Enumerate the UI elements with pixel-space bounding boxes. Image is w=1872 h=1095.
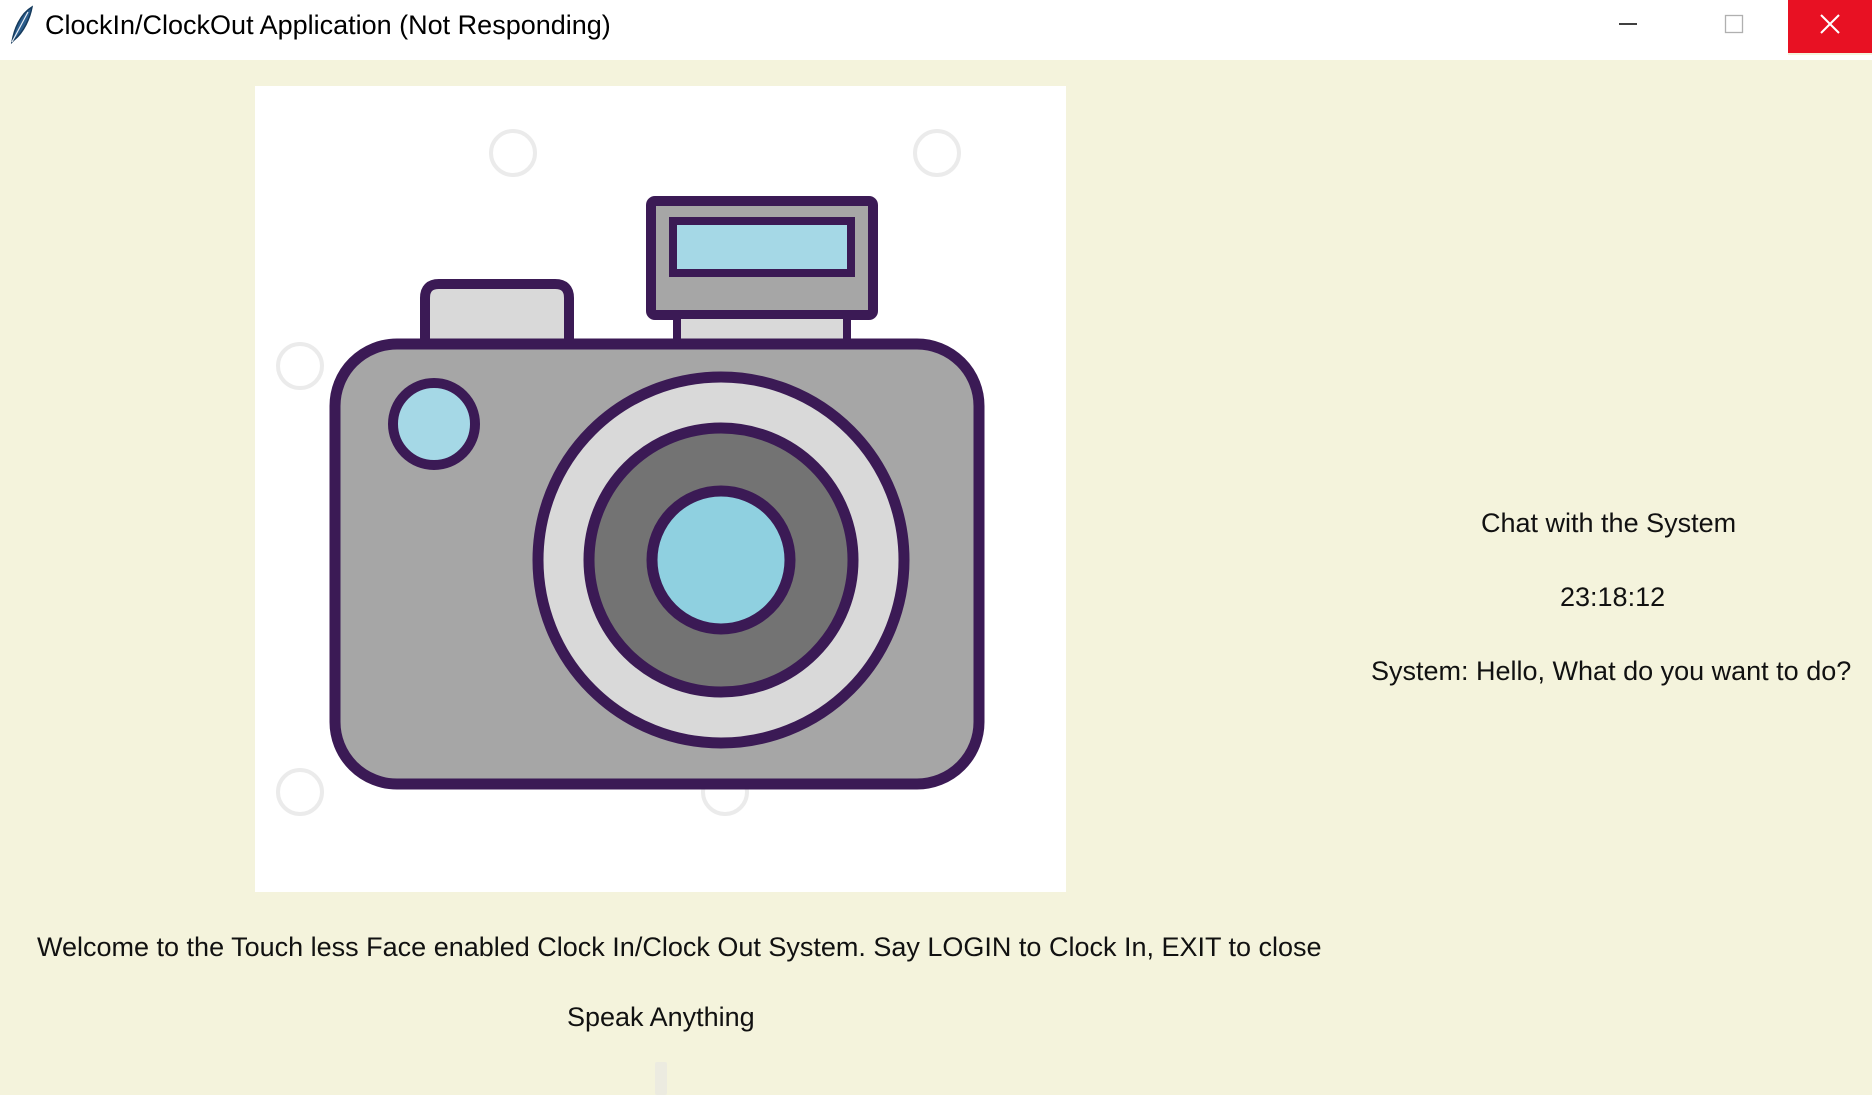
close-icon [1819,13,1841,40]
title-bar[interactable]: ClockIn/ClockOut Application (Not Respon… [0,0,1872,60]
maximize-icon [1724,14,1744,39]
close-button-underline [1788,53,1872,55]
welcome-message: Welcome to the Touch less Face enabled C… [37,932,1322,962]
minimize-icon [1618,14,1638,39]
maximize-button[interactable] [1690,0,1778,53]
window-title: ClockIn/ClockOut Application (Not Respon… [45,10,611,40]
minimize-button[interactable] [1584,0,1672,53]
app-window: ClockIn/ClockOut Application (Not Respon… [0,0,1872,1095]
camera-image [255,86,1066,892]
input-handle [655,1062,667,1095]
camera-icon [276,129,985,816]
chat-title: Chat with the System [1481,508,1737,538]
speak-prompt: Speak Anything [567,1002,755,1032]
close-button[interactable] [1788,0,1872,53]
clock-time: 23:18:12 [1560,582,1666,612]
system-message: System: Hello, What do you want to do? [1371,656,1852,686]
feather-icon [6,4,36,45]
